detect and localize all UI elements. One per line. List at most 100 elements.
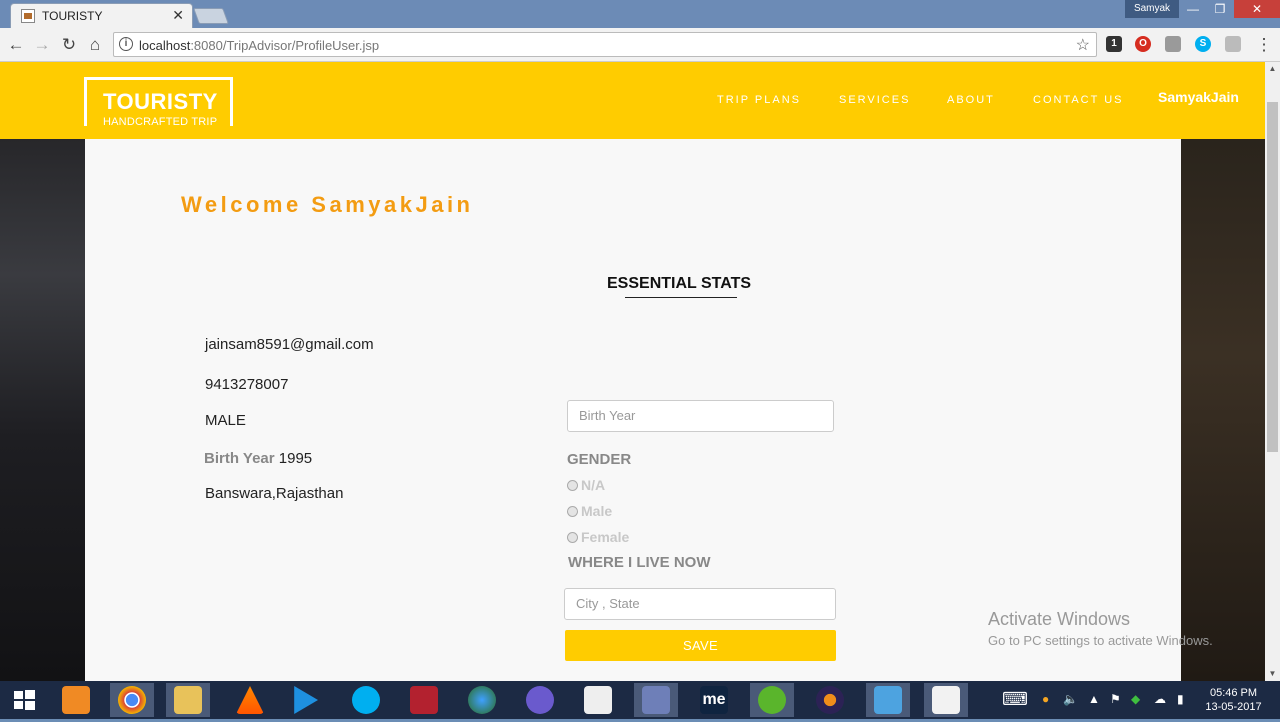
browser-toolbar: ← → ↻ ⌂ i localhost:8080/TripAdvisor/Pro… bbox=[0, 28, 1280, 62]
cloud-icon[interactable]: ☁ bbox=[1154, 692, 1166, 706]
taskbar-torrent[interactable] bbox=[518, 683, 562, 717]
birth-year-input[interactable]: Birth Year bbox=[567, 400, 834, 432]
record-icon bbox=[410, 686, 438, 714]
chrome-icon bbox=[118, 686, 146, 714]
tab-close-icon[interactable]: ✕ bbox=[172, 7, 184, 24]
radio-icon bbox=[567, 480, 578, 491]
play-icon bbox=[294, 686, 318, 714]
taskbar-chrome[interactable] bbox=[110, 683, 154, 717]
taskbar-me-app[interactable]: me bbox=[692, 683, 736, 717]
system-clock[interactable]: 05:46 PM 13-05-2017 bbox=[1196, 686, 1271, 714]
profile-birth-year: Birth Year 1995 bbox=[204, 450, 312, 467]
site-info-icon[interactable]: i bbox=[119, 37, 133, 51]
skype-extension-icon[interactable]: S bbox=[1195, 36, 1211, 52]
activate-windows-subtitle: Go to PC settings to activate Windows. bbox=[988, 633, 1213, 648]
taskbar-globe-app[interactable] bbox=[460, 683, 504, 717]
gender-radio-female[interactable]: Female bbox=[567, 529, 629, 545]
radio-label: Female bbox=[581, 529, 630, 545]
home-icon[interactable]: ⌂ bbox=[84, 34, 106, 56]
image-viewer-icon bbox=[874, 686, 902, 714]
sync-icon[interactable]: ◆ bbox=[1131, 692, 1140, 706]
nav-trip-plans[interactable]: TRIP PLANS bbox=[717, 94, 801, 106]
new-tab-button[interactable] bbox=[193, 8, 229, 24]
start-button[interactable] bbox=[2, 683, 46, 717]
scrollbar-thumb[interactable] bbox=[1267, 102, 1278, 452]
cube-extension-icon[interactable] bbox=[1165, 36, 1181, 52]
address-bar[interactable]: i localhost:8080/TripAdvisor/ProfileUser… bbox=[113, 32, 1097, 57]
forward-arrow-icon[interactable]: → bbox=[31, 34, 53, 56]
dolphin-icon bbox=[642, 686, 670, 714]
taskbar-vlc[interactable] bbox=[228, 683, 272, 717]
profile-email: jainsam8591@gmail.com bbox=[205, 336, 374, 353]
window-close-icon[interactable]: ✕ bbox=[1234, 0, 1280, 18]
taskbar-notepad[interactable] bbox=[576, 683, 620, 717]
eclipse-icon bbox=[816, 686, 844, 714]
java-icon bbox=[932, 686, 960, 714]
me-icon: me bbox=[700, 686, 728, 714]
network-icon[interactable]: ▲ bbox=[1088, 692, 1100, 706]
taskbar-server-manager[interactable] bbox=[54, 683, 98, 717]
url-path: :8080/TripAdvisor/ProfileUser.jsp bbox=[190, 38, 380, 53]
browser-tab[interactable]: TOURISTY ✕ bbox=[10, 3, 193, 28]
flag-icon[interactable]: ⚑ bbox=[1110, 692, 1121, 706]
nav-user-name[interactable]: SamyakJain bbox=[1158, 89, 1239, 105]
taskbar-dolphin[interactable] bbox=[634, 683, 678, 717]
radio-label: Male bbox=[581, 503, 613, 519]
gender-label: GENDER bbox=[567, 451, 632, 468]
taskbar-skype[interactable] bbox=[344, 683, 388, 717]
essential-stats-title: ESSENTIAL STATS bbox=[607, 275, 752, 292]
where-i-live-label: WHERE I LIVE NOW bbox=[568, 554, 711, 571]
maximize-icon[interactable]: ❐ bbox=[1207, 0, 1233, 18]
scroll-up-icon[interactable]: ▲ bbox=[1265, 62, 1280, 76]
menu-dots-icon[interactable]: ⋮ bbox=[1253, 34, 1275, 56]
url-text: localhost:8080/TripAdvisor/ProfileUser.j… bbox=[139, 38, 379, 53]
site-logo[interactable]: TOURISTY HANDCRAFTED TRIP bbox=[84, 77, 233, 128]
page-scrollbar[interactable]: ▲ ▼ bbox=[1265, 62, 1280, 681]
windows-taskbar: me ⌨ ● 🔈 ▲ ⚑ ◆ ☁ ▮ 05:46 PM 13-05-2017 bbox=[0, 681, 1280, 719]
profile-gender: MALE bbox=[205, 412, 246, 429]
image-extension-icon[interactable] bbox=[1225, 36, 1241, 52]
taskbar-java[interactable] bbox=[924, 683, 968, 717]
volume-icon[interactable]: 🔈 bbox=[1063, 692, 1078, 706]
scroll-down-icon[interactable]: ▼ bbox=[1265, 667, 1280, 681]
notepad-icon bbox=[584, 686, 612, 714]
bookmark-star-icon[interactable]: ☆ bbox=[1076, 35, 1090, 55]
nav-about[interactable]: ABOUT bbox=[947, 94, 995, 106]
background-image-left bbox=[0, 139, 85, 681]
reload-icon[interactable]: ↻ bbox=[58, 34, 80, 56]
taskbar-image-viewer[interactable] bbox=[866, 683, 910, 717]
extension-icon[interactable]: 1 bbox=[1106, 36, 1122, 52]
editor-icon bbox=[758, 686, 786, 714]
nav-contact-us[interactable]: CONTACT US bbox=[1033, 94, 1124, 106]
activate-windows-title: Activate Windows bbox=[988, 609, 1131, 629]
battery-icon[interactable]: ▮ bbox=[1177, 692, 1184, 706]
taskbar-app-red[interactable] bbox=[402, 683, 446, 717]
radio-icon bbox=[567, 532, 578, 543]
folder-icon bbox=[174, 686, 202, 714]
save-button[interactable]: SAVE bbox=[565, 630, 836, 661]
skype-icon bbox=[352, 686, 380, 714]
extension-badge: 1 bbox=[1111, 38, 1117, 49]
taskbar-eclipse[interactable] bbox=[808, 683, 852, 717]
nav-services[interactable]: SERVICES bbox=[839, 94, 910, 106]
keyboard-icon[interactable]: ⌨ bbox=[1002, 689, 1028, 710]
back-arrow-icon[interactable]: ← bbox=[5, 34, 27, 56]
browser-titlebar: TOURISTY ✕ Samyak — ❐ ✕ bbox=[0, 0, 1280, 28]
profile-phone: 9413278007 bbox=[205, 376, 289, 393]
taskbar-media-player[interactable] bbox=[282, 683, 326, 717]
logo-tagline: HANDCRAFTED TRIP bbox=[103, 116, 218, 128]
profile-button[interactable]: Samyak bbox=[1125, 0, 1179, 18]
gender-radio-male[interactable]: Male bbox=[567, 503, 612, 519]
taskbar-file-explorer[interactable] bbox=[166, 683, 210, 717]
gender-radio-na[interactable]: N/A bbox=[567, 477, 605, 493]
background-image-right bbox=[1181, 139, 1265, 681]
radio-label: N/A bbox=[581, 477, 606, 493]
minimize-icon[interactable]: — bbox=[1180, 0, 1206, 18]
birth-year-label: Birth Year bbox=[204, 450, 275, 467]
opera-extension-icon[interactable]: O bbox=[1135, 36, 1151, 52]
taskbar-editor[interactable] bbox=[750, 683, 794, 717]
tab-title: TOURISTY bbox=[42, 9, 103, 23]
city-state-input[interactable]: City , State bbox=[564, 588, 836, 620]
tray-app-icon[interactable]: ● bbox=[1042, 692, 1049, 706]
vlc-cone-icon bbox=[236, 686, 264, 714]
